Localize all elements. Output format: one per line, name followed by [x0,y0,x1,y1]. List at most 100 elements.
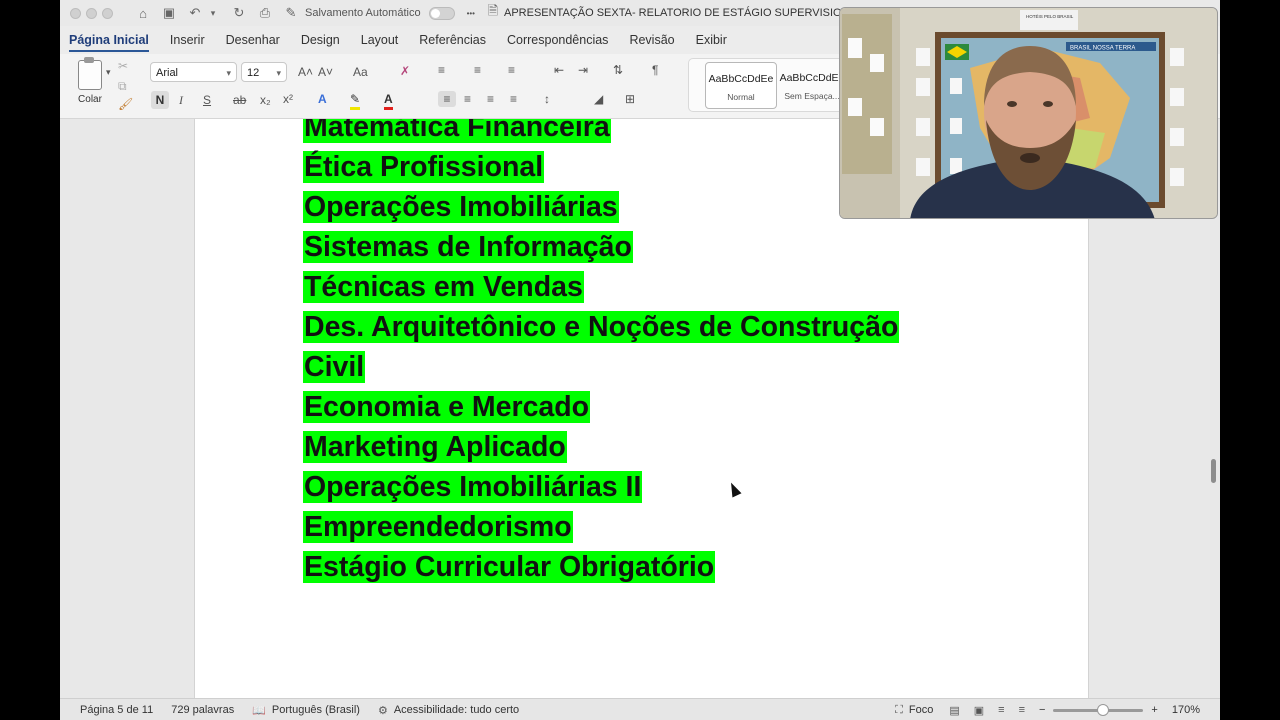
highlighted-text[interactable]: Matemática Financeira [303,119,611,143]
shrink-font-button[interactable]: A˅ [318,64,333,80]
document-line[interactable]: Técnicas em Vendas [303,267,899,307]
clear-formatting-icon[interactable]: ✗ [400,63,410,79]
word-count[interactable]: 729 palavras [171,704,234,716]
document-text[interactable]: Matemática Financeira Ética Profissional… [303,119,900,587]
tab-desenhar[interactable]: Desenhar [226,26,280,54]
document-line[interactable]: Economia e Mercado [303,387,899,427]
sort-icon[interactable]: ⇅ [613,62,623,78]
focus-icon[interactable]: ⛶ [895,704,903,717]
vertical-scrollbar[interactable] [1211,459,1216,483]
edit-document-icon[interactable]: ✎ [283,5,299,21]
zoom-window-button[interactable] [102,7,113,19]
document-line[interactable]: Empreendedorismo [303,507,899,547]
tab-design[interactable]: Design [301,26,340,54]
highlighted-text[interactable]: Operações Imobiliárias II [303,471,643,503]
italic-button[interactable]: I [179,92,183,108]
document-line[interactable]: Civil [303,347,899,387]
increase-indent-icon[interactable]: ⇥ [578,62,588,78]
close-window-button[interactable] [70,7,81,19]
document-line[interactable]: Operações Imobiliárias [303,187,899,227]
accessibility-indicator[interactable]: ⚙ Acessibilidade: tudo certo [378,704,519,717]
style-sem-espacamento[interactable]: AaBbCcDdEe Sem Espaça... [777,62,847,107]
line-spacing-icon[interactable]: ↕ [544,91,550,107]
save-icon[interactable]: ▣ [161,5,177,21]
font-size-select[interactable]: 12 ▾ [241,62,287,82]
print-layout-icon[interactable]: ▤ [949,704,959,717]
document-line[interactable]: Sistemas de Informação [303,227,899,267]
document-line[interactable]: Matemática Financeira [303,119,899,147]
home-icon[interactable]: ⌂ [135,5,151,21]
zoom-in-button[interactable]: + [1151,704,1157,716]
bold-button[interactable]: N [151,91,169,109]
focus-button[interactable]: Foco [909,704,933,716]
document-line[interactable]: Estágio Curricular Obrigatório [303,547,899,587]
draft-view-icon[interactable]: ≡ [1019,704,1025,716]
highlighted-text[interactable]: Técnicas em Vendas [303,271,584,303]
tab-exibir[interactable]: Exibir [696,26,727,54]
text-effects-icon[interactable]: A [318,91,327,107]
zoom-slider[interactable] [1053,703,1144,716]
highlighted-text[interactable]: Sistemas de Informação [303,231,633,263]
highlighted-text[interactable]: Civil [303,351,366,383]
decrease-indent-icon[interactable]: ⇤ [554,62,564,78]
highlighted-text[interactable]: Empreendedorismo [303,511,573,543]
accessibility-label: Acessibilidade: tudo certo [393,704,520,716]
highlighted-text[interactable]: Des. Arquitetônico e Noções de Construçã… [303,311,900,343]
align-left-icon[interactable]: ≡ [438,91,456,107]
document-line[interactable]: Marketing Aplicado [303,427,899,467]
tab-revisao[interactable]: Revisão [629,26,674,54]
tab-referencias[interactable]: Referências [419,26,486,54]
change-case-button[interactable]: Aa [353,64,368,80]
paste-button[interactable]: Colar [70,57,110,114]
grow-font-button[interactable]: A˄ [298,64,313,80]
zoom-slider-knob[interactable] [1096,703,1109,716]
tab-pagina-inicial[interactable]: Página Inicial [69,26,149,54]
format-painter-icon[interactable]: 🖌 [118,96,133,112]
cut-icon[interactable]: ✂ [118,58,128,74]
subscript-button[interactable]: x₂ [260,92,271,108]
zoom-level[interactable]: 170% [1172,704,1200,716]
undo-dropdown-icon[interactable]: ▾ [205,5,221,21]
highlighted-text[interactable]: Estágio Curricular Obrigatório [303,551,716,583]
bullets-icon[interactable]: ≡ [438,62,445,78]
document-line[interactable]: Ética Profissional [303,147,899,187]
align-right-icon[interactable]: ≡ [487,91,494,107]
redo-icon[interactable]: ↻ [231,5,247,21]
page-count[interactable]: Página 5 de 11 [80,704,153,716]
web-layout-icon[interactable]: ▣ [974,704,984,717]
numbering-icon[interactable]: ≡ [474,62,481,78]
print-icon[interactable]: ⎙ [257,5,273,21]
shading-icon[interactable]: ◢ [594,91,603,107]
outline-view-icon[interactable]: ≡ [998,704,1004,716]
minimize-window-button[interactable] [86,7,97,19]
superscript-button[interactable]: x² [283,91,293,107]
tab-correspondencias[interactable]: Correspondências [507,26,608,54]
paste-dropdown-icon[interactable]: ▾ [106,64,111,80]
more-icon[interactable]: ••• [467,9,475,18]
highlighted-text[interactable]: Ética Profissional [303,151,545,183]
zoom-out-button[interactable]: − [1039,704,1045,716]
style-normal[interactable]: AaBbCcDdEe Normal [705,62,777,109]
language-indicator[interactable]: 📖 Português (Brasil) [252,704,360,717]
document-line[interactable]: Operações Imobiliárias II [303,467,899,507]
undo-icon[interactable]: ↶ [187,5,203,21]
highlighted-text[interactable]: Marketing Aplicado [303,431,567,463]
justify-icon[interactable]: ≡ [510,91,517,107]
highlighted-text[interactable]: Economia e Mercado [303,391,591,423]
font-name-select[interactable]: Arial ▾ [150,62,237,82]
tab-layout[interactable]: Layout [361,26,399,54]
document-line[interactable]: Des. Arquitetônico e Noções de Construçã… [303,307,900,347]
highlighted-text[interactable]: Operações Imobiliárias [303,191,619,223]
align-center-icon[interactable]: ≡ [464,91,471,107]
borders-icon[interactable]: ⊞ [625,91,635,107]
copy-icon[interactable]: ⧉ [118,78,127,94]
pilcrow-button[interactable]: ¶ [652,62,658,78]
font-color-icon[interactable]: A [384,91,393,110]
strikethrough-button[interactable]: ab [233,92,246,108]
tab-inserir[interactable]: Inserir [170,26,205,54]
autosave-toggle[interactable] [428,6,455,20]
highlight-icon[interactable]: ✎ [350,91,361,110]
underline-button[interactable]: S [203,92,211,108]
webcam-video: BRASIL NOSSA TERRA HOTÉIS PELO BRASIL [840,8,1217,218]
multilevel-list-icon[interactable]: ≡ [508,62,515,78]
